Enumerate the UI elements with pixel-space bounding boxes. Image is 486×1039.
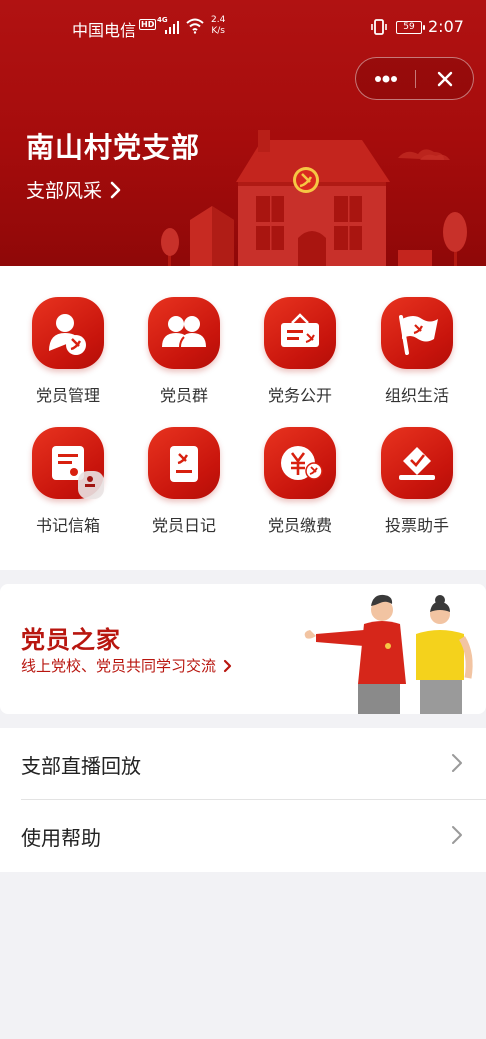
- feature-grid: 党员管理 党员群 党务公开 组织生活 书记信箱 党员日记 党员缴费 投票助手: [0, 266, 486, 570]
- close-icon: [437, 71, 453, 86]
- grid-label: 党员群: [159, 386, 208, 405]
- branch-style-link[interactable]: 支部风采: [26, 176, 122, 203]
- network-speed: 2.4 K/s: [211, 15, 225, 37]
- party-flag-icon: [381, 297, 453, 369]
- chevron-right-icon: [452, 826, 462, 844]
- wifi-icon: [186, 18, 204, 34]
- grid-label: 党务公开: [267, 386, 332, 405]
- miniprogram-capsule: [355, 57, 474, 100]
- branch-title: 南山村党支部: [26, 131, 201, 164]
- grid-item-party-affairs[interactable]: 党务公开: [244, 297, 354, 417]
- grid-item-member-diary[interactable]: 党员日记: [128, 427, 238, 547]
- banner-subtitle-link[interactable]: 线上党校、党员共同学习交流: [21, 655, 233, 676]
- payment-icon: [264, 427, 336, 499]
- list-item-live-replay[interactable]: 支部直播回放: [0, 728, 486, 800]
- grid-label: 党员日记: [151, 516, 216, 535]
- grid-item-org-life[interactable]: 组织生活: [361, 297, 471, 417]
- grid-item-secretary-mailbox[interactable]: 书记信箱: [12, 427, 122, 547]
- member-group-icon: [148, 297, 220, 369]
- vibrate-icon: [371, 19, 387, 35]
- list-item-label: 支部直播回放: [21, 754, 141, 778]
- grid-label: 书记信箱: [35, 516, 100, 535]
- signal-icon: [165, 21, 179, 34]
- banner-title: 党员之家: [21, 626, 121, 654]
- header-banner: 中国电信 HD 4G 2.4 K/s 59 2:07 南山村党支部 支部风采: [0, 0, 486, 266]
- list-item-label: 使用帮助: [21, 826, 101, 850]
- branch-style-label: 支部风采: [26, 180, 103, 202]
- banner-subtitle: 线上党校、党员共同学习交流: [21, 657, 217, 675]
- status-bar: 中国电信 HD 4G 2.4 K/s 59 2:07: [0, 0, 486, 56]
- list-item-help[interactable]: 使用帮助: [0, 800, 486, 872]
- battery-indicator: 59: [396, 21, 425, 34]
- close-button[interactable]: [416, 58, 474, 99]
- more-dots-icon: [374, 75, 397, 82]
- grid-label: 投票助手: [384, 516, 449, 535]
- party-home-banner[interactable]: 党员之家 线上党校、党员共同学习交流: [0, 584, 486, 714]
- menu-list: 支部直播回放 使用帮助: [0, 728, 486, 872]
- clock: 2:07: [428, 17, 464, 36]
- grid-item-vote-assistant[interactable]: 投票助手: [361, 427, 471, 547]
- hd-badge: HD: [139, 19, 157, 30]
- chevron-right-icon: [110, 181, 121, 198]
- more-button[interactable]: [356, 58, 415, 99]
- grid-label: 党员管理: [35, 386, 100, 405]
- chevron-right-icon: [223, 659, 232, 672]
- grid-item-member-manage[interactable]: 党员管理: [12, 297, 122, 417]
- carrier-label: 中国电信: [72, 21, 137, 40]
- grid-label: 党员缴费: [267, 516, 332, 535]
- speed-unit: K/s: [211, 26, 225, 36]
- notice-board-icon: [264, 297, 336, 369]
- party-members-illustration: [304, 594, 473, 714]
- vote-icon: [381, 427, 453, 499]
- speed-value: 2.4: [211, 15, 226, 25]
- grid-label: 组织生活: [384, 386, 449, 405]
- grid-item-member-group[interactable]: 党员群: [128, 297, 238, 417]
- member-manage-icon: [32, 297, 104, 369]
- grid-item-member-payment[interactable]: 党员缴费: [244, 427, 354, 547]
- diary-icon: [148, 427, 220, 499]
- mailbox-icon: [32, 427, 104, 499]
- chevron-right-icon: [452, 754, 462, 772]
